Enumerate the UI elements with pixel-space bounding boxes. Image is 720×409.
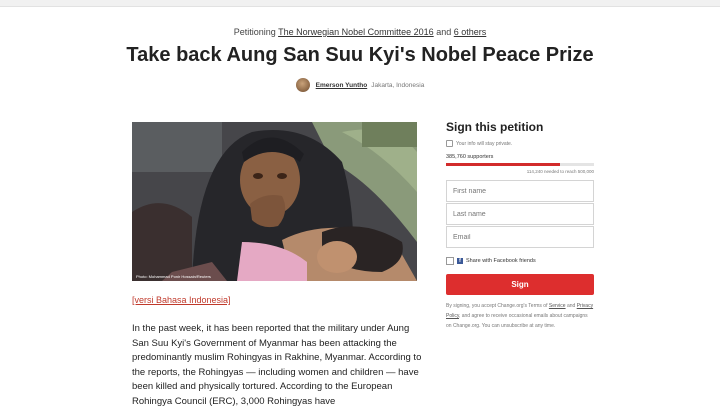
privacy-note: Your info will stay private. — [446, 140, 594, 147]
progress-fill — [446, 163, 560, 166]
terms-suffix: , and agree to receive occasional emails… — [446, 313, 588, 329]
supporters-count: 385,760 supporters — [446, 154, 494, 160]
sign-title: Sign this petition — [446, 120, 544, 134]
first-name-field[interactable] — [446, 180, 594, 202]
author-location: Jakarta, Indonesia — [371, 81, 425, 89]
facebook-label: Share with Facebook friends — [466, 258, 536, 264]
petition-body: In the past week, it has been reported t… — [132, 323, 422, 407]
petitioning-label: Petitioning — [233, 27, 276, 37]
last-name-field[interactable] — [446, 203, 594, 225]
facebook-share-option[interactable]: f Share with Facebook friends — [446, 257, 594, 265]
facebook-checkbox[interactable] — [446, 257, 454, 265]
goal-text: 114,240 needed to reach 500,000 — [526, 169, 594, 174]
sign-panel: Sign this petition Your info will stay p… — [446, 120, 594, 331]
author-name[interactable]: Emerson Yuntho — [316, 82, 368, 89]
terms-of-service-link[interactable]: Service — [549, 303, 566, 309]
privacy-text: Your info will stay private. — [456, 140, 513, 147]
others-link[interactable]: 6 others — [454, 27, 487, 37]
photo-illustration — [132, 122, 417, 281]
terms-and: and — [566, 303, 576, 309]
terms-prefix: By signing, you accept Change.org's Term… — [446, 303, 548, 309]
petition-title: Take back Aung San Suu Kyi's Nobel Peace… — [126, 44, 594, 66]
browser-top-bar — [0, 0, 720, 7]
terms-text: By signing, you accept Change.org's Term… — [446, 301, 594, 331]
photo-credit: Photo: Mohammad Ponir Hossain/Reuters — [136, 274, 211, 279]
target-link[interactable]: The Norwegian Nobel Committee 2016 — [278, 27, 434, 37]
author-row: Emerson Yuntho Jakarta, Indonesia — [0, 78, 720, 92]
and-label: and — [436, 27, 452, 37]
petitioning-line: Petitioning The Norwegian Nobel Committe… — [0, 27, 720, 37]
facebook-icon: f — [457, 258, 463, 264]
translation-link[interactable]: [versi Bahasa Indonesia] — [132, 295, 231, 305]
petition-photo: Photo: Mohammad Ponir Hossain/Reuters — [132, 122, 417, 281]
avatar[interactable] — [295, 78, 310, 92]
email-field[interactable] — [446, 226, 594, 248]
sign-form — [446, 180, 594, 248]
lock-icon — [446, 140, 453, 147]
sign-button[interactable]: Sign — [446, 274, 594, 295]
progress-bar — [446, 163, 594, 166]
